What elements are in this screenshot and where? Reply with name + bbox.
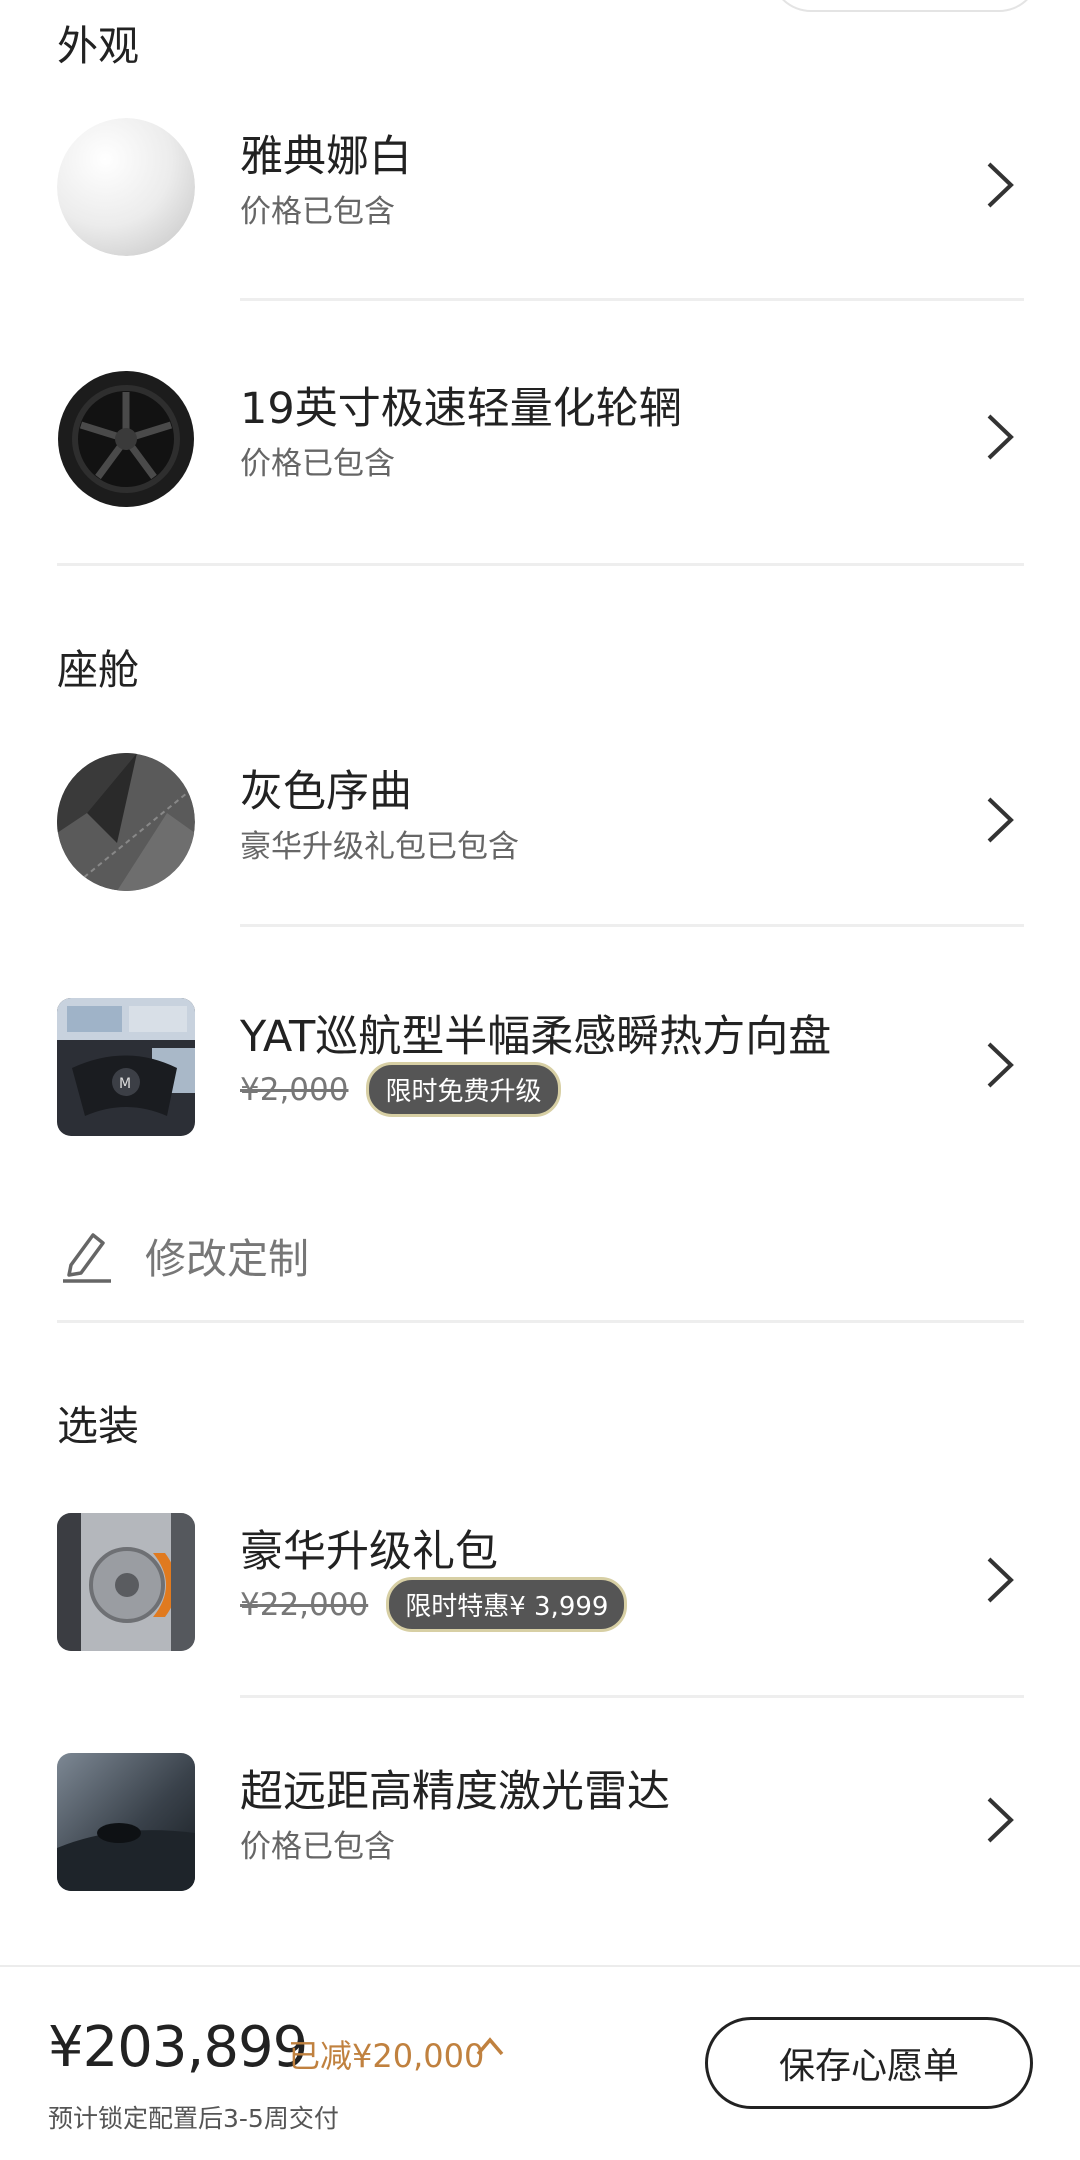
option-subtitle: 豪华升级礼包已包含 <box>240 829 519 865</box>
wheel-icon <box>57 370 195 508</box>
edit-customization-button[interactable]: 修改定制 <box>57 1220 309 1290</box>
section-title-options: 选装 <box>57 1402 139 1450</box>
top-pill-button[interactable] <box>770 0 1040 12</box>
option-row-steering[interactable]: M YAT巡航型半幅柔感瞬热方向盘 ¥2,000 限时免费升级 <box>0 990 1080 1140</box>
option-subtitle: 价格已包含 <box>240 194 395 230</box>
price-line: ¥2,000 限时免费升级 <box>240 1062 561 1117</box>
steering-wheel-photo: M <box>57 998 195 1136</box>
option-title: 灰色序曲 <box>240 767 412 817</box>
promo-tag: 限时免费升级 <box>366 1062 561 1117</box>
pencil-icon <box>63 1233 111 1283</box>
option-row-luxury-pack[interactable]: 豪华升级礼包 ¥22,000 限时特惠¥ 3,999 <box>0 1505 1080 1655</box>
chevron-right-icon <box>987 1042 1014 1088</box>
price-line: ¥22,000 限时特惠¥ 3,999 <box>240 1577 628 1632</box>
section-divider <box>57 563 1024 566</box>
divider <box>240 924 1024 927</box>
original-price: ¥22,000 <box>240 1586 369 1623</box>
save-wishlist-button[interactable]: 保存心愿单 <box>705 2017 1033 2109</box>
option-title: 19英寸极速轻量化轮辋 <box>240 384 682 434</box>
total-price: ¥203,899 <box>48 2015 308 2080</box>
option-title: 超远距高精度激光雷达 <box>240 1767 670 1817</box>
chevron-up-icon[interactable] <box>475 2035 505 2057</box>
lidar-photo <box>57 1753 195 1891</box>
section-title-cabin: 座舱 <box>57 646 139 694</box>
section-divider <box>57 1320 1024 1323</box>
original-price: ¥2,000 <box>240 1071 349 1108</box>
option-title: YAT巡航型半幅柔感瞬热方向盘 <box>240 1012 832 1062</box>
option-row-interior[interactable]: 灰色序曲 豪华升级礼包已包含 <box>0 745 1080 895</box>
divider <box>240 1695 1024 1698</box>
section-title-exterior: 外观 <box>57 22 139 70</box>
brake-caliper-photo <box>57 1513 195 1651</box>
edit-label: 修改定制 <box>145 1235 309 1283</box>
chevron-right-icon <box>987 1797 1014 1843</box>
svg-text:M: M <box>119 1076 131 1092</box>
promo-tag: 限时特惠¥ 3,999 <box>386 1577 628 1632</box>
gray-interior-swatch <box>57 753 195 891</box>
checkout-bar: ¥203,899 已减¥20,000 预计锁定配置后3-5周交付 保存心愿单 <box>0 1965 1080 2160</box>
white-paint-swatch <box>57 118 195 256</box>
option-row-wheels[interactable]: 19英寸极速轻量化轮辋 价格已包含 <box>0 362 1080 512</box>
option-row-lidar[interactable]: 超远距高精度激光雷达 价格已包含 <box>0 1745 1080 1895</box>
divider <box>240 298 1024 301</box>
option-subtitle: 价格已包含 <box>240 1829 395 1865</box>
chevron-right-icon <box>987 797 1014 843</box>
option-title: 豪华升级礼包 <box>240 1527 498 1577</box>
discount-amount[interactable]: 已减¥20,000 <box>288 2031 484 2077</box>
option-row-paint[interactable]: 雅典娜白 价格已包含 <box>0 110 1080 260</box>
option-subtitle: 价格已包含 <box>240 446 395 482</box>
chevron-right-icon <box>987 162 1014 208</box>
delivery-estimate: 预计锁定配置后3-5周交付 <box>48 2104 339 2133</box>
chevron-right-icon <box>987 1557 1014 1603</box>
chevron-right-icon <box>987 414 1014 460</box>
option-title: 雅典娜白 <box>240 132 412 182</box>
